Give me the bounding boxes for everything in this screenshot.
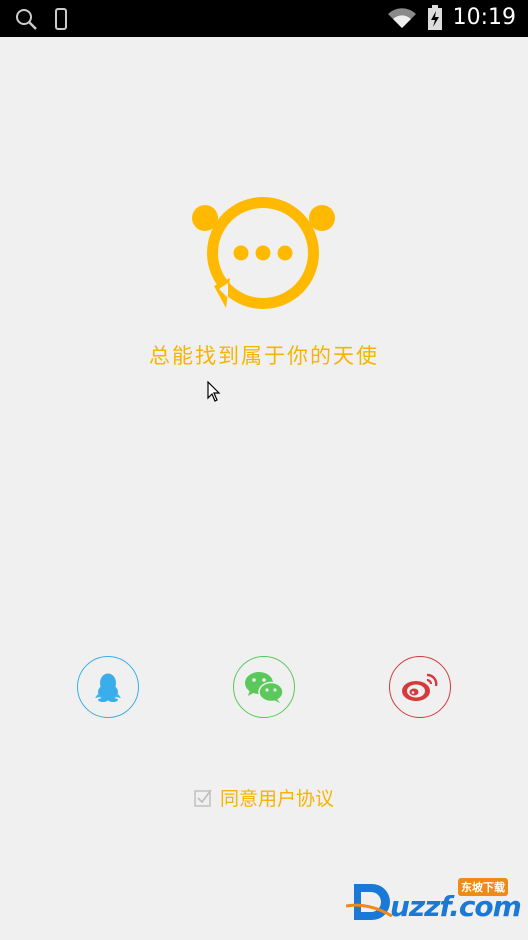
- user-agreement-link[interactable]: 同意用户协议: [220, 784, 334, 811]
- search-icon: [16, 9, 37, 30]
- mouse-cursor-icon: [207, 381, 221, 402]
- wechat-icon: [245, 672, 284, 703]
- agreement-row: 同意用户协议: [0, 784, 528, 811]
- qq-login-button[interactable]: [77, 656, 139, 718]
- agreement-checkbox[interactable]: [194, 789, 212, 807]
- weibo-icon: [402, 673, 438, 701]
- wechat-login-button[interactable]: [233, 656, 295, 718]
- weibo-login-button[interactable]: [389, 656, 451, 718]
- watermark-text: uzzf.com: [390, 890, 522, 923]
- status-bar: 10:19: [0, 0, 528, 37]
- watermark-logo-icon: [346, 884, 393, 920]
- wifi-icon: [387, 8, 416, 28]
- phone-icon: [55, 8, 67, 30]
- slogan: 总能找到属于你的天使: [149, 344, 379, 368]
- qq-icon: [95, 673, 121, 702]
- status-time: 10:19: [452, 5, 516, 30]
- watermark: 东坡下载 uzzf.com: [346, 876, 522, 928]
- chat-bubble-bear-icon: [192, 197, 335, 309]
- battery-icon: [427, 5, 442, 30]
